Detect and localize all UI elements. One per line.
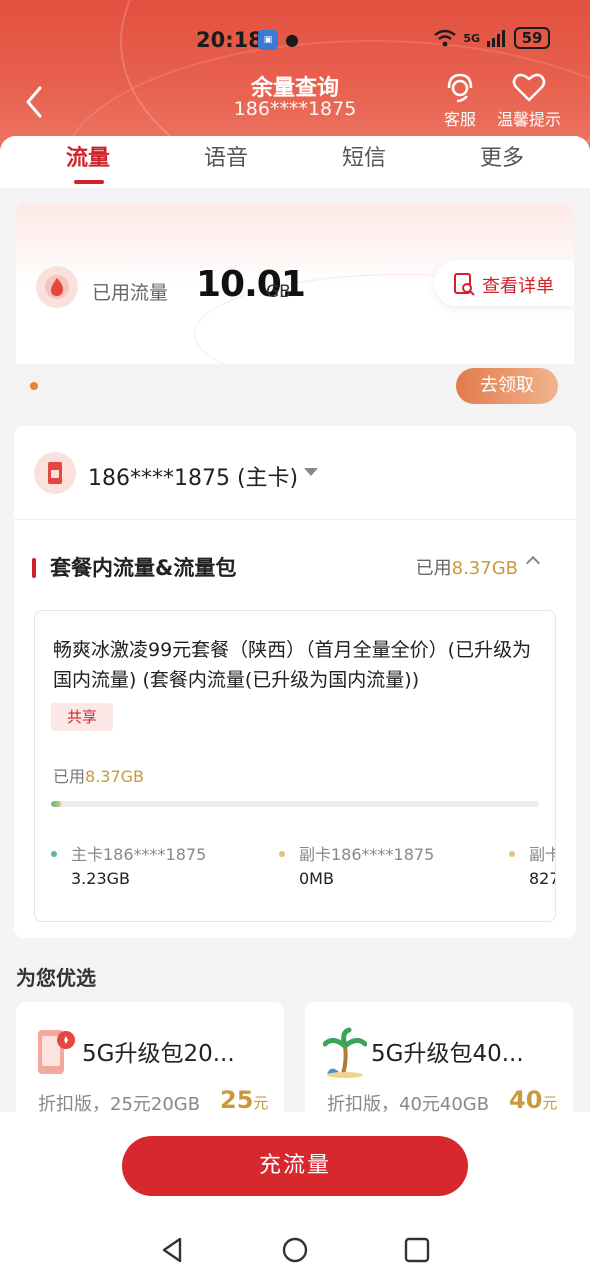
nav-home-icon[interactable] [279,1234,311,1266]
bottom-action-bar: 充流量 [0,1112,590,1222]
customer-service-label: 客服 [443,110,476,129]
wechat-icon: ● [285,30,299,49]
tab-data[interactable]: 流量 [38,140,138,172]
battery-indicator: 59 [514,27,550,49]
tab-more[interactable]: 更多 [452,140,552,172]
nav-recents-icon[interactable] [401,1234,433,1266]
section-title: 套餐内流量&流量包 [50,556,237,580]
usage-progress-bar [51,801,539,807]
recommend-price-unit: 元 [253,1094,269,1112]
divider [14,519,576,520]
plan-name: 畅爽冰激凌99元套餐（陕西）（首月全量全价）(已升级为国内流量) (套餐内流量(… [53,639,532,691]
plan-package-card: 畅爽冰激凌99元套餐（陕西）（首月全量全价）(已升级为国内流量) (套餐内流量(… [34,610,556,922]
tab-sms[interactable]: 短信 [314,140,414,172]
headset-icon [447,73,473,103]
nav-back-icon[interactable] [156,1234,188,1266]
section-accent-bar [32,558,36,578]
member-name: 副卡 [529,845,555,864]
package-used-label: 已用 [53,767,86,786]
usage-progress-fill [51,801,61,807]
network-type: 5G [463,31,480,45]
recommend-price-value: 25 [220,1086,254,1114]
sim-card-icon [34,452,76,494]
section-used-value: 8.37GB [451,558,518,579]
promo-dot [30,382,38,390]
recommend-price-value: 40 [509,1086,543,1114]
section-used-label: 已用 [415,558,452,579]
collapse-chevron-icon[interactable] [525,555,541,571]
recharge-data-button[interactable]: 充流量 [122,1136,468,1196]
claim-button[interactable]: 去领取 [456,368,558,404]
plan-details-card: 186****1875 (主卡) 套餐内流量&流量包 已用8.37GB 畅爽冰激… [14,426,576,938]
data-drop-icon [36,266,78,308]
palm-tree-icon [323,1027,367,1078]
member-dot [51,851,57,857]
member-dot [509,851,515,857]
member-usage-value: 3.23GB [71,869,130,888]
member-usage-list: 主卡186****1875 3.23GB 副卡186****1875 0MB 副… [35,841,555,901]
system-nav-bar [0,1222,590,1280]
member-name: 主卡186****1875 [71,845,207,864]
recommend-title: 为您优选 [16,966,96,990]
recommend-price: 40元 [509,1086,557,1114]
document-search-icon [454,273,475,296]
phone-number-selector[interactable]: 186****1875 (主卡) [88,460,298,492]
member-name: 副卡186****1875 [299,845,435,864]
member-usage-value: 827 [529,869,555,888]
member-usage-value: 0MB [299,869,334,888]
shared-badge: 共享 [51,703,114,731]
tips-label: 温馨提示 [496,110,561,129]
view-details-label: 查看详单 [482,276,554,297]
package-used-summary: 已用8.37GB [53,763,144,787]
section-used-summary[interactable]: 已用8.37GB [416,554,518,580]
status-bar: 20:18 ▣ ● 5G 59 [0,0,590,80]
used-data-unit: GB [266,282,291,302]
app-notification-icon: ▣ [258,30,278,50]
usage-summary-card: 已用流量 10.01 GB 查看详单 去领取 [16,204,574,408]
tips-button[interactable]: 温馨提示 [494,70,564,130]
phone-gift-icon [38,1030,75,1074]
recommend-price: 25元 [220,1086,268,1114]
status-time: 20:18 [196,28,263,52]
recommend-price-unit: 元 [542,1094,558,1112]
customer-service-button[interactable]: 客服 [440,70,480,130]
wifi-icon [434,29,457,47]
view-details-button[interactable]: 查看详单 [434,260,574,306]
recommend-name: 5G升级包40... [371,1041,524,1067]
status-indicators: 5G 59 [433,27,550,49]
dropdown-caret-icon[interactable] [304,468,318,476]
heart-icon [512,73,546,102]
member-dot [279,851,285,857]
package-used-value: 8.37GB [85,767,145,786]
tab-voice[interactable]: 语音 [176,140,276,172]
signal-icon [487,30,505,47]
recommend-name: 5G升级包20... [82,1041,235,1067]
active-tab-indicator [74,180,104,184]
used-data-label: 已用流量 [92,282,169,304]
